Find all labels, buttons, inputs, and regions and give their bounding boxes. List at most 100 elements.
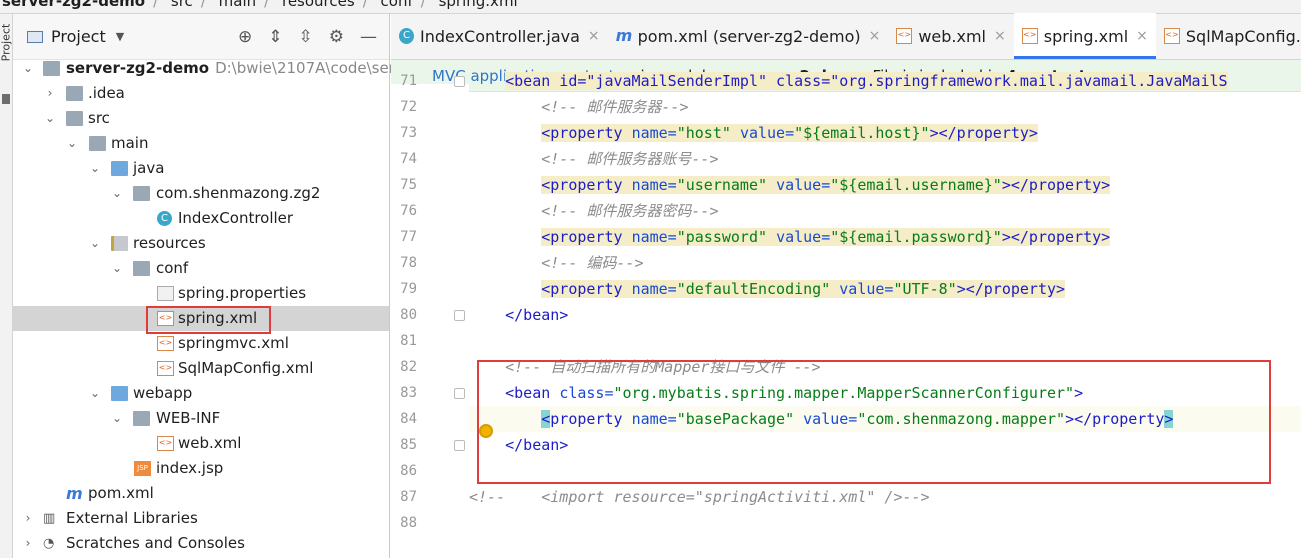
line-number: 80 xyxy=(400,307,417,323)
line-number: 87 xyxy=(400,489,417,505)
code-attr: name= xyxy=(631,410,677,428)
web-folder-icon xyxy=(111,386,128,401)
tree-item-pom-xml[interactable]: m pom.xml xyxy=(13,481,389,506)
breadcrumb-item[interactable]: resources xyxy=(282,0,355,10)
chevron-down-icon[interactable]: ⌄ xyxy=(22,56,34,81)
chevron-right-icon[interactable]: › xyxy=(22,506,34,531)
tree-item-external-libraries[interactable]: › ▥ External Libraries xyxy=(13,506,389,531)
jsp-file-icon: JSP xyxy=(134,461,151,476)
tree-item-web-inf[interactable]: ⌄ WEB-INF xyxy=(13,406,389,431)
tree-item-indexcontroller[interactable]: C IndexController xyxy=(13,206,389,231)
tree-item-project-root[interactable]: ⌄ server-zg2-demo D:\bwie\2107A\code\serv xyxy=(13,56,404,81)
gear-icon[interactable]: ⚙ xyxy=(329,27,344,47)
code-area[interactable]: 71 72 73 74 75 76 77 78 79 80 81 82 83 84 85 86 87 88 <be… xyxy=(391,72,1301,558)
breadcrumb-item[interactable]: src xyxy=(171,0,193,10)
breadcrumb-item[interactable]: main xyxy=(219,0,256,10)
tree-item-sqlmapconfig-xml[interactable]: <> SqlMapConfig.xml xyxy=(13,356,389,381)
tree-item-label: .idea xyxy=(88,84,125,102)
tree-item-web-xml[interactable]: <> web.xml xyxy=(13,431,389,456)
line-number: 79 xyxy=(400,281,417,297)
fold-marker-icon[interactable] xyxy=(454,310,465,321)
line-number: 88 xyxy=(400,515,417,531)
tree-item-label: server-zg2-demo xyxy=(66,59,210,77)
tree-item-webapp[interactable]: ⌄ webapp xyxy=(13,381,389,406)
chevron-down-icon[interactable]: ⌄ xyxy=(66,131,78,156)
maven-icon: m xyxy=(66,484,83,503)
chevron-down-icon[interactable]: ⌄ xyxy=(111,181,123,206)
code-value: "host" xyxy=(676,124,731,142)
tree-item-label: WEB-INF xyxy=(156,409,221,427)
class-icon: C xyxy=(399,28,414,44)
breadcrumb-item[interactable]: server-zg2-demo xyxy=(2,0,145,10)
folder-icon xyxy=(66,86,83,101)
collapse-all-icon[interactable]: ⇳ xyxy=(299,27,313,47)
chevron-down-icon[interactable]: ⌄ xyxy=(89,156,101,181)
chevron-down-icon[interactable]: ⌄ xyxy=(89,381,101,406)
tree-item-label: src xyxy=(88,109,110,127)
close-icon[interactable]: × xyxy=(1136,28,1148,44)
line-number: 85 xyxy=(400,437,417,453)
class-icon: C xyxy=(157,211,172,226)
chevron-right-icon[interactable]: › xyxy=(44,81,56,106)
folder-icon xyxy=(66,111,83,126)
tree-item-scratches[interactable]: › ◔ Scratches and Consoles xyxy=(13,531,389,556)
folder-icon xyxy=(89,136,106,151)
editor: C IndexController.java × m pom.xml (server-… xyxy=(391,13,1301,558)
tab-pom[interactable]: m pom.xml (server-zg2-demo) × xyxy=(608,13,889,59)
tree-item-conf[interactable]: ⌄ conf xyxy=(13,256,389,281)
minimize-icon[interactable]: — xyxy=(360,27,377,47)
code-attr: class= xyxy=(559,384,614,402)
tree-item-label: java xyxy=(133,159,165,177)
tree-item-main[interactable]: ⌄ main xyxy=(13,131,389,156)
project-panel-header: Project ▼ ⊕ ⇕ ⇳ ⚙ — xyxy=(13,14,389,60)
tab-indexcontroller[interactable]: C IndexController.java × xyxy=(391,13,608,59)
code-line: <!-- 邮件服务器密码--> xyxy=(469,198,1301,224)
chevron-down-icon[interactable]: ⌄ xyxy=(111,406,123,431)
close-icon[interactable]: × xyxy=(588,28,600,44)
line-number: 74 xyxy=(400,151,417,167)
fold-marker-icon[interactable] xyxy=(454,76,465,87)
fold-marker-icon[interactable] xyxy=(454,388,465,399)
project-path: D:\bwie\2107A\code\serv xyxy=(215,59,404,77)
project-stripe-button[interactable]: Project xyxy=(0,18,13,68)
xml-file-icon: <> xyxy=(896,28,913,44)
tree-item-java[interactable]: ⌄ java xyxy=(13,156,389,181)
expand-all-icon[interactable]: ⇕ xyxy=(268,27,282,47)
close-icon[interactable]: × xyxy=(994,28,1006,44)
code-tag: </bean> xyxy=(505,436,569,454)
tree-item-label: pom.xml xyxy=(88,484,154,502)
breadcrumb-item[interactable]: spring.xml xyxy=(439,0,518,10)
tree-item-springmvc-xml[interactable]: <> springmvc.xml xyxy=(13,331,389,356)
tree-item-resources[interactable]: ⌄ resources xyxy=(13,231,389,256)
breadcrumb: server-zg2-demo / src / main / resources / c… xyxy=(0,0,1301,14)
chevron-right-icon[interactable]: › xyxy=(22,531,34,556)
chevron-down-icon[interactable]: ⌄ xyxy=(89,231,101,256)
tab-sqlmapconfig[interactable]: <> SqlMapConfig.xml xyxy=(1156,13,1301,59)
locate-icon[interactable]: ⊕ xyxy=(238,27,252,47)
code-value: "basePackage" xyxy=(676,410,795,428)
chevron-down-icon[interactable]: ▼ xyxy=(116,30,124,43)
project-view-title[interactable]: Project xyxy=(51,27,106,46)
chevron-down-icon[interactable]: ⌄ xyxy=(44,106,56,131)
tab-label: spring.xml xyxy=(1043,26,1129,46)
lightbulb-icon[interactable] xyxy=(479,424,493,438)
tree-item-spring-xml[interactable]: <> spring.xml xyxy=(13,306,389,331)
tree-item-label: IndexController xyxy=(178,209,294,227)
tree-item-idea[interactable]: › .idea xyxy=(13,81,389,106)
breadcrumb-item[interactable]: conf xyxy=(381,0,413,10)
tree-item-src[interactable]: ⌄ src xyxy=(13,106,389,131)
tree-item-spring-properties[interactable]: spring.properties xyxy=(13,281,389,306)
code-line: <!-- 邮件服务器--> xyxy=(469,94,1301,120)
tab-spring-xml[interactable]: <> spring.xml × xyxy=(1013,13,1157,59)
chevron-down-icon[interactable]: ⌄ xyxy=(111,256,123,281)
tree-item-index-jsp[interactable]: JSP index.jsp xyxy=(13,456,389,481)
tab-web-xml[interactable]: <> web.xml × xyxy=(888,13,1013,59)
fold-marker-icon[interactable] xyxy=(454,440,465,451)
code-line: <property name="defaultEncoding" value="… xyxy=(469,276,1301,302)
scratches-icon: ◔ xyxy=(43,536,55,551)
close-icon[interactable]: × xyxy=(869,28,881,44)
tree-item-package[interactable]: ⌄ com.shenmazong.zg2 xyxy=(13,181,389,206)
xml-file-icon: <> xyxy=(1163,28,1180,44)
tab-label: IndexController.java xyxy=(420,26,580,46)
code-value: "${email.password}" xyxy=(830,228,1002,246)
